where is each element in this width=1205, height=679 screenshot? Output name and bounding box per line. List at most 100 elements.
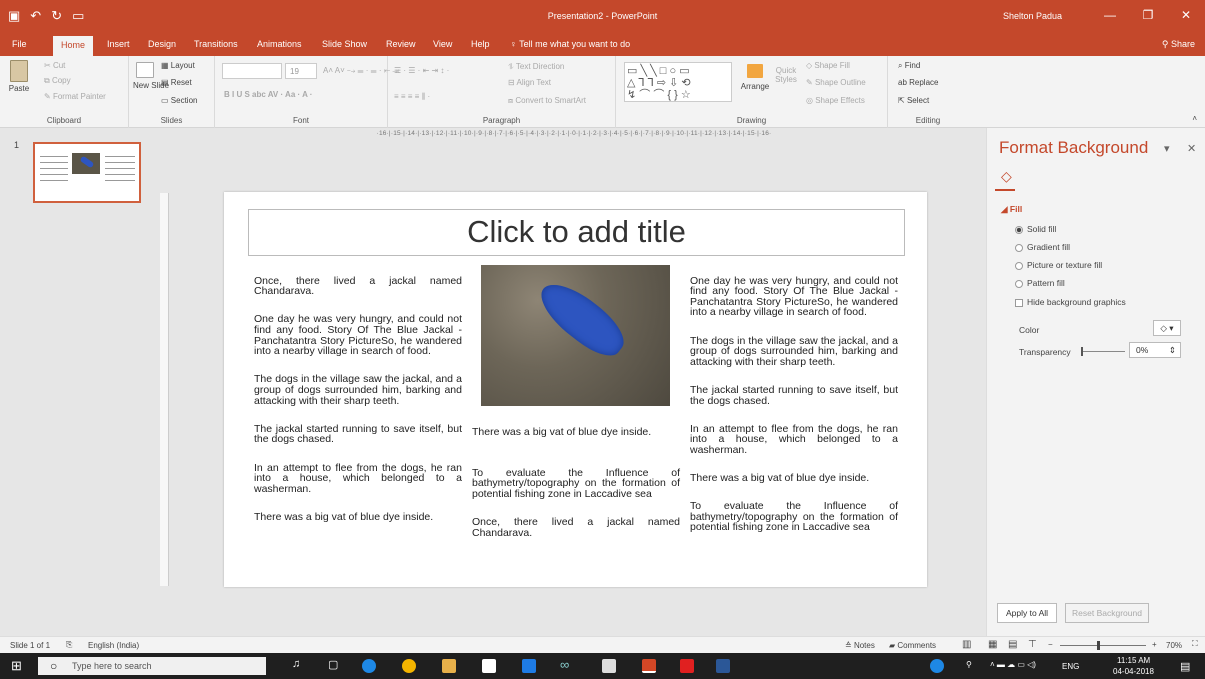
shape-fill-button[interactable]: ◇ Shape Fill: [806, 61, 850, 70]
chrome-icon[interactable]: [402, 659, 416, 673]
tab-slide-show[interactable]: Slide Show: [322, 39, 367, 49]
select-button[interactable]: ⇱ Select: [898, 96, 929, 105]
mail-icon[interactable]: [602, 659, 616, 673]
slider-thumb[interactable]: [1081, 347, 1083, 356]
spellcheck-icon[interactable]: ⎘: [66, 640, 72, 650]
collapse-ribbon-icon[interactable]: ˄: [1192, 114, 1197, 123]
slide-sorter-icon[interactable]: ▦: [988, 639, 997, 650]
tab-help[interactable]: Help: [471, 39, 490, 49]
acrobat-icon[interactable]: [680, 659, 694, 673]
arrange-button[interactable]: Arrange: [740, 64, 770, 91]
tab-view[interactable]: View: [433, 39, 452, 49]
slideshow-icon[interactable]: ⊤: [1028, 639, 1037, 650]
quick-styles-button[interactable]: Quick Styles: [774, 66, 798, 84]
zoom-thumb[interactable]: [1097, 641, 1100, 650]
powerpoint-taskbar-icon[interactable]: [642, 659, 656, 673]
convert-smartart-button[interactable]: ⧈ Convert to SmartArt: [508, 96, 586, 106]
taskbar-search[interactable]: ○ Type here to search: [38, 657, 266, 675]
text-direction-button[interactable]: ⥮ Text Direction: [508, 62, 564, 72]
copy-button[interactable]: ⧉ Copy: [44, 76, 71, 86]
font-format-buttons[interactable]: B I U S abc AV · Aa · A ·: [224, 90, 312, 99]
comments-button[interactable]: ▰ Comments: [889, 641, 936, 650]
clock-date[interactable]: 04-04-2018: [1113, 667, 1154, 676]
slipper-photo[interactable]: [481, 265, 670, 406]
clipboard-group: Paste ✂ Cut ⧉ Copy ✎ Format Painter Clip…: [0, 56, 129, 128]
reading-view-icon[interactable]: ▤: [1008, 639, 1017, 650]
restore-icon[interactable]: ❐: [1129, 0, 1167, 30]
zoom-in-icon[interactable]: +: [1152, 640, 1157, 649]
tell-me-box[interactable]: ♀ Tell me what you want to do: [510, 39, 630, 49]
tab-file[interactable]: File: [12, 39, 27, 49]
pane-close-icon[interactable]: ✕: [1187, 142, 1196, 155]
pattern-fill-option[interactable]: Pattern fill: [1015, 278, 1065, 288]
text-column-right[interactable]: One day he was very hungry, and could no…: [690, 265, 898, 551]
text-column-middle[interactable]: There was a big vat of blue dye inside. …: [472, 416, 680, 556]
section-button[interactable]: ▭ Section: [161, 96, 197, 105]
input-language[interactable]: ENG: [1062, 662, 1079, 671]
file-explorer-icon[interactable]: [442, 659, 456, 673]
fill-bucket-icon[interactable]: ◇: [1001, 168, 1012, 185]
minimize-icon[interactable]: —: [1091, 0, 1129, 30]
clock-time[interactable]: 11:15 AM: [1117, 656, 1150, 665]
zoom-out-icon[interactable]: −: [1048, 640, 1053, 649]
layout-button[interactable]: ▦ Layout: [161, 61, 195, 70]
zoom-level[interactable]: 70%: [1166, 641, 1182, 650]
windows-start-icon[interactable]: ⊞: [11, 658, 22, 674]
fill-section-header[interactable]: ◢ Fill: [1001, 204, 1022, 215]
find-button[interactable]: ⌕ Find: [898, 61, 920, 71]
list-buttons[interactable]: ☰ · ☰ · ⇤ ⇥ ↕ ·: [394, 66, 449, 75]
share-button[interactable]: ⚲ Share: [1162, 39, 1195, 50]
picture-fill-option[interactable]: Picture or texture fill: [1015, 260, 1102, 270]
shape-outline-button[interactable]: ✎ Shape Outline: [806, 78, 866, 87]
pane-options-icon[interactable]: ▾: [1164, 142, 1170, 155]
people-icon[interactable]: ⚲: [966, 660, 972, 669]
zoom-slider[interactable]: [1060, 641, 1146, 650]
align-buttons[interactable]: ≡ ≡ ≡ ≡ ⫼ ·: [394, 92, 430, 102]
font-size-box[interactable]: 19: [285, 63, 317, 79]
color-picker-button[interactable]: ◇ ▾: [1153, 320, 1181, 336]
new-slide-button[interactable]: New Slide: [133, 62, 169, 90]
tab-design[interactable]: Design: [148, 39, 176, 49]
shape-effects-button[interactable]: ◎ Shape Effects: [806, 96, 865, 105]
gradient-fill-option[interactable]: Gradient fill: [1015, 242, 1070, 252]
title-placeholder[interactable]: Click to add title: [248, 209, 905, 256]
format-painter-button[interactable]: ✎ Format Painter: [44, 92, 106, 101]
slide-canvas[interactable]: Click to add title Once, there lived a j…: [224, 192, 927, 587]
tab-animations[interactable]: Animations: [257, 39, 302, 49]
replace-button[interactable]: ab Replace: [898, 78, 938, 87]
edge-icon[interactable]: [362, 659, 376, 673]
language[interactable]: English (India): [88, 641, 139, 650]
slide-thumbnail[interactable]: [33, 142, 141, 203]
solid-fill-option[interactable]: Solid fill: [1015, 224, 1056, 234]
reset-background-button[interactable]: Reset Background: [1065, 603, 1149, 623]
apply-to-all-button[interactable]: Apply to All: [997, 603, 1057, 623]
fit-slide-icon[interactable]: ⛶: [1192, 639, 1198, 649]
transparency-slider[interactable]: [1081, 347, 1125, 356]
tray-icons[interactable]: ˄ ▬ ☁ ▭ ◁): [990, 660, 1036, 669]
transparency-spinner[interactable]: 0% ⇕: [1129, 342, 1181, 358]
dropbox-icon[interactable]: [522, 659, 536, 673]
help-icon[interactable]: [930, 659, 944, 673]
reset-button[interactable]: ▤ Reset: [161, 78, 192, 87]
arduino-icon[interactable]: ∞: [560, 657, 569, 672]
tab-home[interactable]: Home: [53, 36, 94, 56]
tab-transitions[interactable]: Transitions: [194, 39, 238, 49]
notes-button[interactable]: ≙ Notes: [845, 641, 875, 650]
tab-review[interactable]: Review: [386, 39, 416, 49]
user-name[interactable]: Shelton Padua: [1003, 11, 1062, 21]
word-icon[interactable]: [716, 659, 730, 673]
cut-button[interactable]: ✂ Cut: [44, 61, 65, 70]
store-icon[interactable]: [482, 659, 496, 673]
tab-insert[interactable]: Insert: [107, 39, 130, 49]
text-column-left[interactable]: Once, there lived a jackal named Chandar…: [254, 265, 462, 540]
shapes-gallery[interactable]: ▭ ╲ ╲ □ ○ ▭ △ ⅂ ⅂ ⇨ ⇩ ⟲ ↯ ⌒ ⌒ { } ☆: [624, 62, 732, 102]
task-view-icon[interactable]: ▢: [328, 658, 338, 671]
paste-button[interactable]: Paste: [6, 60, 32, 93]
notifications-icon[interactable]: ▤: [1180, 660, 1190, 673]
microphone-icon[interactable]: ♫: [292, 658, 300, 670]
font-name-box[interactable]: [222, 63, 282, 79]
hide-background-graphics-checkbox[interactable]: Hide background graphics: [1015, 297, 1126, 307]
close-icon[interactable]: ✕: [1167, 0, 1205, 30]
normal-view-icon[interactable]: ▥: [962, 639, 971, 650]
align-text-button[interactable]: ⊟ Align Text: [508, 78, 551, 87]
